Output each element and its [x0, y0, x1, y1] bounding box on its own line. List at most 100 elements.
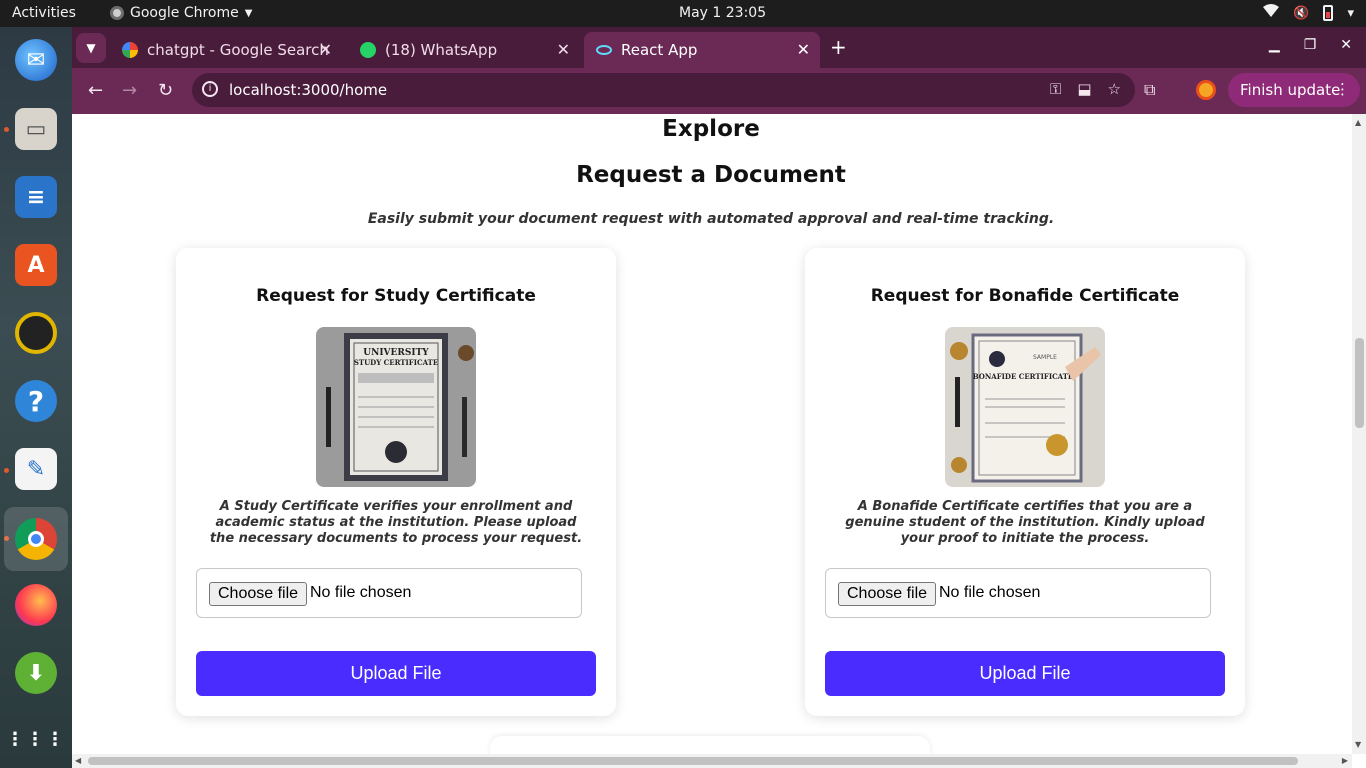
close-icon[interactable]: ✕	[319, 40, 332, 59]
scroll-right-icon[interactable]: ▶	[1342, 756, 1348, 765]
svg-text:UNIVERSITY: UNIVERSITY	[363, 348, 429, 358]
vertical-scroll-thumb[interactable]	[1355, 338, 1364, 428]
dock-installer[interactable]: ⬇	[12, 649, 60, 697]
dock-chrome[interactable]	[4, 507, 68, 571]
upload-file-button[interactable]: Upload File	[196, 651, 596, 696]
finish-update-label: Finish update	[1240, 81, 1341, 99]
study-certificate-card: Request for Study Certificate UNIVERSITY…	[176, 248, 616, 716]
files-icon: ▭	[15, 108, 57, 150]
new-tab-button[interactable]: +	[830, 35, 847, 59]
key-icon[interactable]: ⚿	[1050, 80, 1061, 98]
card-description: A Bonafide Certificate certifies that yo…	[845, 499, 1205, 546]
profile-avatar[interactable]	[1196, 80, 1216, 100]
vertical-scrollbar[interactable]: ▲ ▼	[1352, 114, 1366, 754]
card-description: A Study Certificate verifies your enroll…	[209, 499, 583, 546]
tab-react-app[interactable]: React App ✕	[584, 32, 820, 68]
power-menu-icon: ▾	[1347, 5, 1354, 21]
svg-text:BONAFIDE CERTIFICATE: BONAFIDE CERTIFICATE	[973, 372, 1074, 381]
dock-rhythmbox[interactable]	[12, 309, 60, 357]
show-apps-icon: ⋮⋮⋮	[6, 728, 66, 750]
reload-button[interactable]: ↻	[158, 80, 173, 101]
horizontal-scroll-thumb[interactable]	[88, 757, 1298, 765]
wifi-icon	[1263, 4, 1280, 22]
page-content: Explore Request a Document Easily submit…	[72, 114, 1352, 754]
svg-text:STUDY CERTIFICATE: STUDY CERTIFICATE	[354, 358, 438, 367]
google-icon	[122, 42, 138, 58]
page-subtitle: Easily submit your document request with…	[367, 211, 1055, 227]
chrome-icon	[15, 518, 57, 560]
clock[interactable]: May 1 23:05	[679, 5, 766, 21]
extensions-icon[interactable]: ⧉	[1144, 80, 1155, 100]
scroll-down-icon[interactable]: ▼	[1355, 740, 1361, 749]
tab-google-search[interactable]: chatgpt - Google Search ✕	[110, 32, 342, 68]
card-heading: Request for Study Certificate	[256, 286, 536, 306]
running-indicator	[4, 127, 9, 132]
window-controls: ▁ ❐ ✕	[1269, 37, 1352, 53]
bonafide-certificate-card: Request for Bonafide Certificate SAMPLE …	[805, 248, 1245, 716]
volume-muted-icon: 🔇	[1293, 5, 1310, 21]
back-button[interactable]: ←	[88, 80, 103, 101]
tab-label: React App	[621, 41, 698, 59]
dock-app-center[interactable]: A	[12, 241, 60, 289]
system-tray[interactable]: 🔇 ▾	[1263, 4, 1354, 22]
close-icon[interactable]: ✕	[557, 40, 570, 59]
browser-tab-strip: ▼ chatgpt - Google Search ✕ (18) WhatsAp…	[72, 27, 1366, 68]
tab-whatsapp[interactable]: (18) WhatsApp ✕	[348, 32, 580, 68]
file-status: No file chosen	[310, 584, 412, 601]
url-text[interactable]: localhost:3000/home	[229, 81, 387, 99]
maximize-icon[interactable]: ❐	[1304, 37, 1317, 53]
dock-writer[interactable]: ≡	[12, 173, 60, 221]
kebab-menu-icon[interactable]: ⋮	[1335, 80, 1350, 98]
file-status: No file chosen	[939, 584, 1041, 601]
minimize-icon[interactable]: ▁	[1269, 37, 1280, 53]
text-editor-icon: ✎	[15, 448, 57, 490]
card-heading: Request for Bonafide Certificate	[870, 286, 1180, 306]
react-icon	[596, 45, 612, 55]
tab-label: chatgpt - Google Search	[147, 41, 329, 59]
whatsapp-icon	[360, 42, 376, 58]
study-certificate-image: UNIVERSITY STUDY CERTIFICATE	[316, 327, 476, 487]
horizontal-scrollbar[interactable]: ◀ ▶	[72, 754, 1352, 768]
dock-thunderbird[interactable]: ✉	[12, 36, 60, 84]
dock-show-apps[interactable]: ⋮⋮⋮	[6, 715, 66, 763]
bookmark-star-icon[interactable]: ☆	[1108, 80, 1121, 98]
installer-icon: ⬇	[15, 652, 57, 694]
address-bar[interactable]: i localhost:3000/home ⚿ ⬓ ☆	[192, 73, 1135, 107]
activities-button[interactable]: Activities	[12, 5, 76, 21]
app-menu[interactable]: Google Chrome ▼	[110, 5, 252, 21]
dock-text-editor[interactable]: ✎	[12, 445, 60, 493]
rhythmbox-icon	[15, 312, 57, 354]
dock: ✉ ▭ ≡ A ? ✎ ⬇ ⋮⋮⋮	[0, 27, 72, 768]
firefox-icon	[15, 584, 57, 626]
scroll-left-icon[interactable]: ◀	[75, 756, 81, 765]
close-icon[interactable]: ✕	[797, 40, 810, 59]
explore-heading: Explore	[662, 116, 760, 142]
app-center-icon: A	[15, 244, 57, 286]
dock-files[interactable]: ▭	[12, 105, 60, 153]
app-menu-label: Google Chrome	[130, 5, 239, 21]
choose-file-button[interactable]: Choose file	[838, 582, 937, 606]
dock-help[interactable]: ?	[12, 377, 60, 425]
system-top-bar: Activities Google Chrome ▼ May 1 23:05 🔇…	[0, 0, 1366, 27]
scroll-up-icon[interactable]: ▲	[1355, 118, 1361, 127]
install-app-icon[interactable]: ⬓	[1077, 80, 1091, 98]
forward-button[interactable]: →	[122, 80, 137, 101]
running-indicator	[4, 468, 9, 473]
next-card-peek	[490, 736, 930, 754]
tab-label: (18) WhatsApp	[385, 41, 498, 59]
chevron-down-icon: ▼	[86, 41, 96, 55]
caret-down-icon: ▼	[244, 7, 253, 19]
file-input[interactable]: Choose file No file chosen	[196, 568, 582, 618]
battery-icon	[1323, 5, 1334, 21]
chrome-icon	[110, 6, 124, 20]
page-title: Request a Document	[576, 162, 846, 188]
finish-update-button[interactable]: Finish update ⋮	[1228, 73, 1360, 107]
close-window-icon[interactable]: ✕	[1340, 37, 1352, 53]
site-info-icon[interactable]: i	[202, 81, 218, 97]
bonafide-certificate-image: SAMPLE BONAFIDE CERTIFICATE	[945, 327, 1105, 487]
choose-file-button[interactable]: Choose file	[209, 582, 308, 606]
upload-file-button[interactable]: Upload File	[825, 651, 1225, 696]
file-input[interactable]: Choose file No file chosen	[825, 568, 1211, 618]
dock-firefox[interactable]	[12, 581, 60, 629]
tab-search-button[interactable]: ▼	[76, 33, 106, 63]
